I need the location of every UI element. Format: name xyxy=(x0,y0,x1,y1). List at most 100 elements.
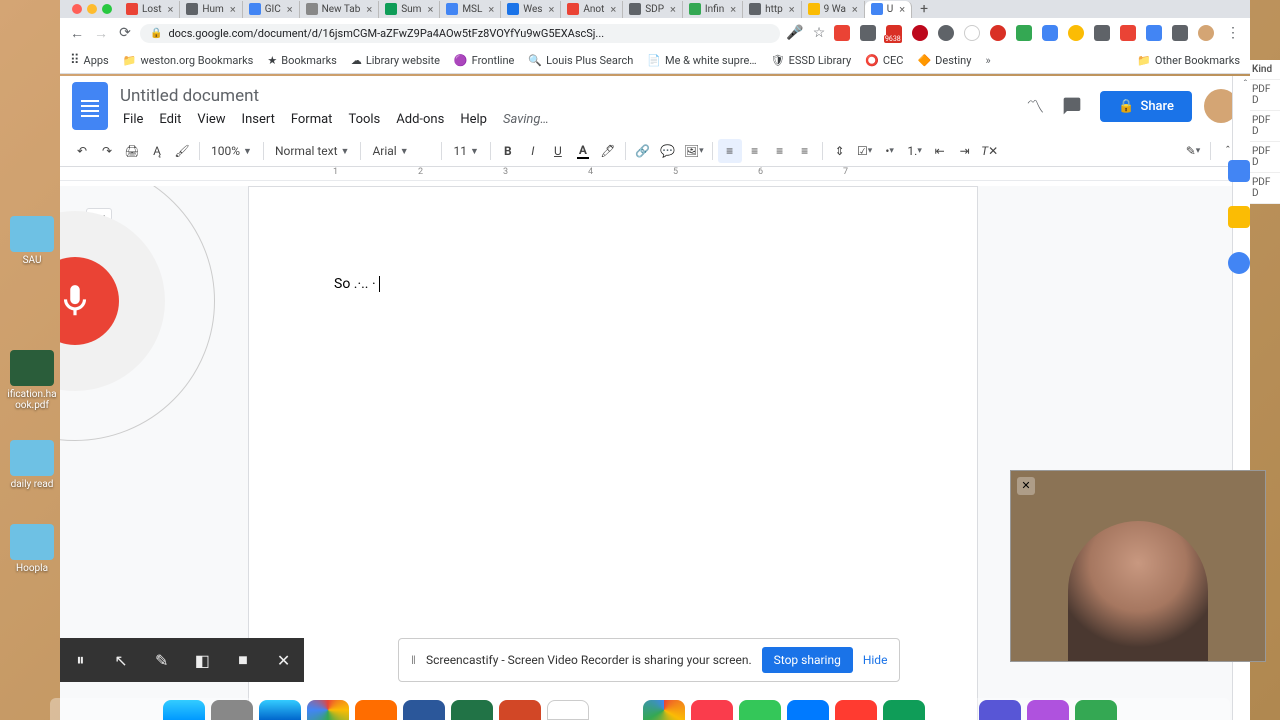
app-icon[interactable] xyxy=(979,700,1021,720)
photos-icon[interactable] xyxy=(643,700,685,720)
other-bookmarks[interactable]: 📁 Other Bookmarks xyxy=(1137,54,1240,67)
desktop-folder[interactable]: SAU xyxy=(4,216,60,266)
share-button[interactable]: 🔒Share xyxy=(1100,91,1192,122)
menu-tools[interactable]: Tools xyxy=(341,110,387,129)
print-button[interactable]: 🖨 xyxy=(120,139,144,163)
browser-tab[interactable]: http× xyxy=(743,1,802,18)
app-icon[interactable] xyxy=(595,700,637,720)
editing-mode-button[interactable]: ✎▾ xyxy=(1181,139,1205,163)
drive-icon[interactable] xyxy=(883,700,925,720)
paint-format-button[interactable]: 🖌 xyxy=(170,139,194,163)
browser-tab[interactable]: Hum× xyxy=(180,1,242,18)
minimize-window[interactable] xyxy=(87,4,97,14)
apps-shortcut[interactable]: ⠿Apps xyxy=(70,53,109,68)
undo-button[interactable]: ↶ xyxy=(70,139,94,163)
bold-button[interactable]: B xyxy=(496,139,520,163)
menu-file[interactable]: File xyxy=(116,110,150,129)
star-icon[interactable]: ☆ xyxy=(810,24,828,42)
browser-tab[interactable]: Wes× xyxy=(501,1,561,18)
pause-button[interactable]: ⏸ xyxy=(65,645,95,675)
underline-button[interactable]: U xyxy=(546,139,570,163)
document-title[interactable]: Untitled document xyxy=(116,84,1018,108)
app-icon[interactable] xyxy=(211,700,253,720)
bookmark-item[interactable]: 📁 weston.org Bookmarks xyxy=(123,54,254,67)
highlight-button[interactable]: 🖊 xyxy=(596,139,620,163)
extension-icon[interactable] xyxy=(1094,25,1110,41)
italic-button[interactable]: I xyxy=(521,139,545,163)
browser-tab[interactable]: MSL× xyxy=(440,1,501,18)
extension-icon[interactable] xyxy=(1068,25,1084,41)
voice-search-icon[interactable]: 🎤 xyxy=(786,24,804,42)
bookmark-item[interactable]: 🟣 Frontline xyxy=(454,54,514,67)
align-left-button[interactable]: ≡ xyxy=(718,139,742,163)
zoom-select[interactable]: 100%▼ xyxy=(205,144,258,158)
browser-tab[interactable]: Lost× xyxy=(120,1,180,18)
forward-button[interactable]: → xyxy=(92,24,110,42)
safari-icon[interactable] xyxy=(259,700,301,720)
browser-tab[interactable]: New Tab× xyxy=(300,1,380,18)
eraser-tool-button[interactable]: ◧ xyxy=(187,645,217,675)
keep-addon-icon[interactable] xyxy=(1228,206,1250,228)
menu-edit[interactable]: Edit xyxy=(152,110,188,129)
extension-icon[interactable] xyxy=(1146,25,1162,41)
font-select[interactable]: Arial▼ xyxy=(366,144,436,158)
browser-tab[interactable]: 9 Wa× xyxy=(802,1,865,18)
webcam-close-button[interactable]: ✕ xyxy=(1017,477,1035,495)
back-button[interactable]: ← xyxy=(68,24,86,42)
checklist-button[interactable]: ☑▾ xyxy=(853,139,877,163)
close-window[interactable] xyxy=(72,4,82,14)
reload-button[interactable]: ⟳ xyxy=(116,24,134,42)
excel-icon[interactable] xyxy=(451,700,493,720)
cursor-tool-button[interactable]: ↖ xyxy=(106,645,136,675)
text-color-button[interactable]: A xyxy=(571,139,595,163)
extension-icon[interactable] xyxy=(1016,25,1032,41)
extension-icon[interactable] xyxy=(834,25,850,41)
ruler[interactable]: 1234567 xyxy=(60,167,1250,181)
extension-icon[interactable] xyxy=(964,25,980,41)
align-justify-button[interactable]: ≡ xyxy=(793,139,817,163)
link-button[interactable]: 🔗 xyxy=(631,139,655,163)
activity-icon[interactable]: 〽 xyxy=(1026,93,1044,119)
profile-icon[interactable] xyxy=(1198,25,1214,41)
docs-logo-icon[interactable] xyxy=(72,82,108,130)
close-toolbar-button[interactable]: ✕ xyxy=(269,645,299,675)
browser-tab[interactable]: GIC× xyxy=(243,1,300,18)
firefox-icon[interactable] xyxy=(355,700,397,720)
extension-icon[interactable] xyxy=(1042,25,1058,41)
menu-add-ons[interactable]: Add-ons xyxy=(389,110,451,129)
chrome-icon[interactable] xyxy=(307,700,349,720)
new-tab-button[interactable]: + xyxy=(912,1,936,17)
hide-notice-button[interactable]: Hide xyxy=(863,653,888,667)
webcam-overlay[interactable]: ✕ xyxy=(1010,470,1266,662)
bookmark-item[interactable]: 🛡 ESSD Library xyxy=(771,54,852,67)
maximize-window[interactable] xyxy=(102,4,112,14)
extension-icon[interactable] xyxy=(1120,25,1136,41)
app-icon[interactable] xyxy=(1027,700,1069,720)
comments-button[interactable] xyxy=(1056,90,1088,122)
app-icon[interactable] xyxy=(787,700,829,720)
url-input[interactable]: 🔒 docs.google.com/document/d/16jsmCGM-aZ… xyxy=(140,24,780,43)
browser-tab[interactable]: Anot× xyxy=(561,1,623,18)
bookmark-item[interactable]: 🔶 Destiny xyxy=(917,54,971,67)
number-list-button[interactable]: 1.▾ xyxy=(903,139,927,163)
indent-increase-button[interactable]: ⇥ xyxy=(953,139,977,163)
browser-tab[interactable]: U× xyxy=(865,1,912,18)
align-right-button[interactable]: ≡ xyxy=(768,139,792,163)
align-center-button[interactable]: ≡ xyxy=(743,139,767,163)
webcam-toggle-button[interactable]: ■ xyxy=(228,645,258,675)
app-icon[interactable] xyxy=(1075,700,1117,720)
bookmark-item[interactable]: ★ Bookmarks xyxy=(267,54,336,67)
word-icon[interactable] xyxy=(403,700,445,720)
menu-view[interactable]: View xyxy=(190,110,232,129)
bookmark-item[interactable]: ☁ Library website xyxy=(351,54,440,67)
finder-icon[interactable] xyxy=(163,700,205,720)
calendar-addon-icon[interactable] xyxy=(1228,160,1250,182)
powerpoint-icon[interactable] xyxy=(499,700,541,720)
extension-icon[interactable] xyxy=(938,25,954,41)
image-button[interactable]: 🖼▾ xyxy=(681,139,707,163)
chrome-menu-icon[interactable]: ⋮ xyxy=(1224,24,1242,42)
browser-tab[interactable]: Sum× xyxy=(379,1,440,18)
browser-tab[interactable]: SDP× xyxy=(623,1,683,18)
menu-help[interactable]: Help xyxy=(453,110,494,129)
extension-icon[interactable] xyxy=(1172,25,1188,41)
